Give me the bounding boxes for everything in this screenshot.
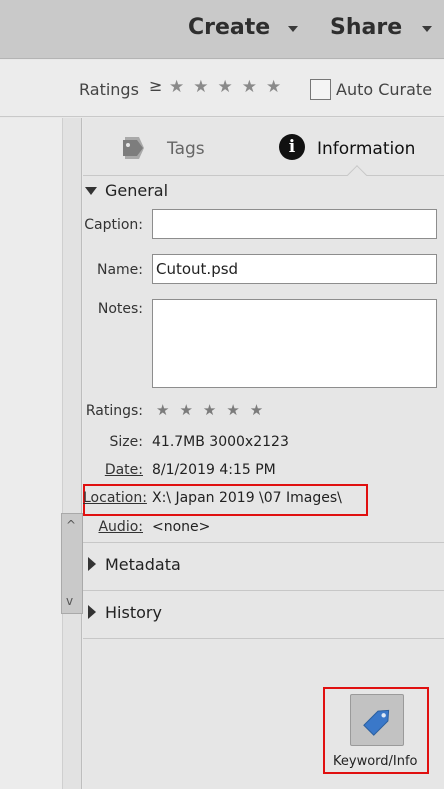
expand-triangle-icon — [88, 557, 96, 571]
scroll-up-icon[interactable]: ^ — [66, 518, 76, 532]
history-section-header[interactable]: History — [83, 603, 444, 625]
name-field[interactable]: Cutout.psd — [152, 254, 437, 284]
audio-label[interactable]: Audio: — [83, 519, 143, 535]
collapse-triangle-icon — [85, 187, 97, 195]
audio-value: <none> — [152, 519, 211, 535]
rating-stars[interactable]: ★★★★★ — [156, 401, 273, 419]
caption-label: Caption: — [84, 217, 143, 233]
tab-tags-label: Tags — [167, 139, 205, 159]
info-icon: i — [279, 134, 305, 160]
scrollbar-track[interactable] — [62, 118, 82, 789]
share-dropdown-icon[interactable] — [422, 26, 432, 32]
keyword-info-button[interactable] — [350, 694, 404, 746]
media-grid-area — [0, 118, 62, 789]
general-section-header[interactable]: General — [83, 181, 444, 203]
create-dropdown-icon[interactable] — [288, 26, 298, 32]
scroll-down-icon[interactable]: v — [66, 594, 73, 608]
share-button[interactable]: Share — [330, 15, 402, 40]
auto-curate-checkbox[interactable] — [310, 79, 331, 100]
section-divider — [83, 638, 444, 639]
size-value: 41.7MB 3000x2123 — [152, 434, 289, 450]
scrollbar-thumb[interactable]: ^ v — [61, 513, 83, 614]
location-value: X:\ Japan 2019 \07 Images\ — [152, 490, 342, 506]
notes-field[interactable] — [152, 299, 437, 388]
name-value: Cutout.psd — [156, 260, 239, 278]
section-divider — [83, 542, 444, 543]
panel-tabs: Tags i Information — [83, 118, 444, 176]
section-divider — [83, 590, 444, 591]
ratings-filter-label: Ratings — [79, 80, 139, 99]
location-label[interactable]: Location: — [83, 490, 147, 506]
info-panel: Tags i Information General Caption: Name… — [83, 118, 444, 789]
keyword-info-label[interactable]: Keyword/Info — [333, 754, 418, 769]
metadata-section-header[interactable]: Metadata — [83, 555, 444, 577]
tag-icon — [123, 137, 144, 159]
ratings-label: Ratings: — [85, 403, 143, 419]
date-label[interactable]: Date: — [83, 462, 143, 478]
keyword-tag-icon — [363, 709, 390, 736]
ratings-comparator[interactable]: ≥ — [149, 76, 162, 95]
ratings-filter-stars[interactable]: ★★★★★ — [169, 77, 290, 97]
caption-field[interactable] — [152, 209, 437, 239]
create-button[interactable]: Create — [188, 15, 270, 40]
ratings-filter-bar: Ratings ≥ ★★★★★ Auto Curate — [0, 60, 444, 117]
notes-label: Notes: — [97, 301, 143, 317]
tab-information-label: Information — [317, 139, 416, 159]
general-section-title: General — [105, 181, 169, 200]
history-section-title: History — [105, 603, 162, 622]
size-label: Size: — [109, 434, 143, 450]
name-label: Name: — [96, 262, 143, 278]
top-toolbar: Create Share — [0, 0, 444, 59]
auto-curate-label[interactable]: Auto Curate — [336, 80, 432, 99]
date-value: 8/1/2019 4:15 PM — [152, 462, 276, 478]
metadata-section-title: Metadata — [105, 555, 181, 574]
expand-triangle-icon — [88, 605, 96, 619]
